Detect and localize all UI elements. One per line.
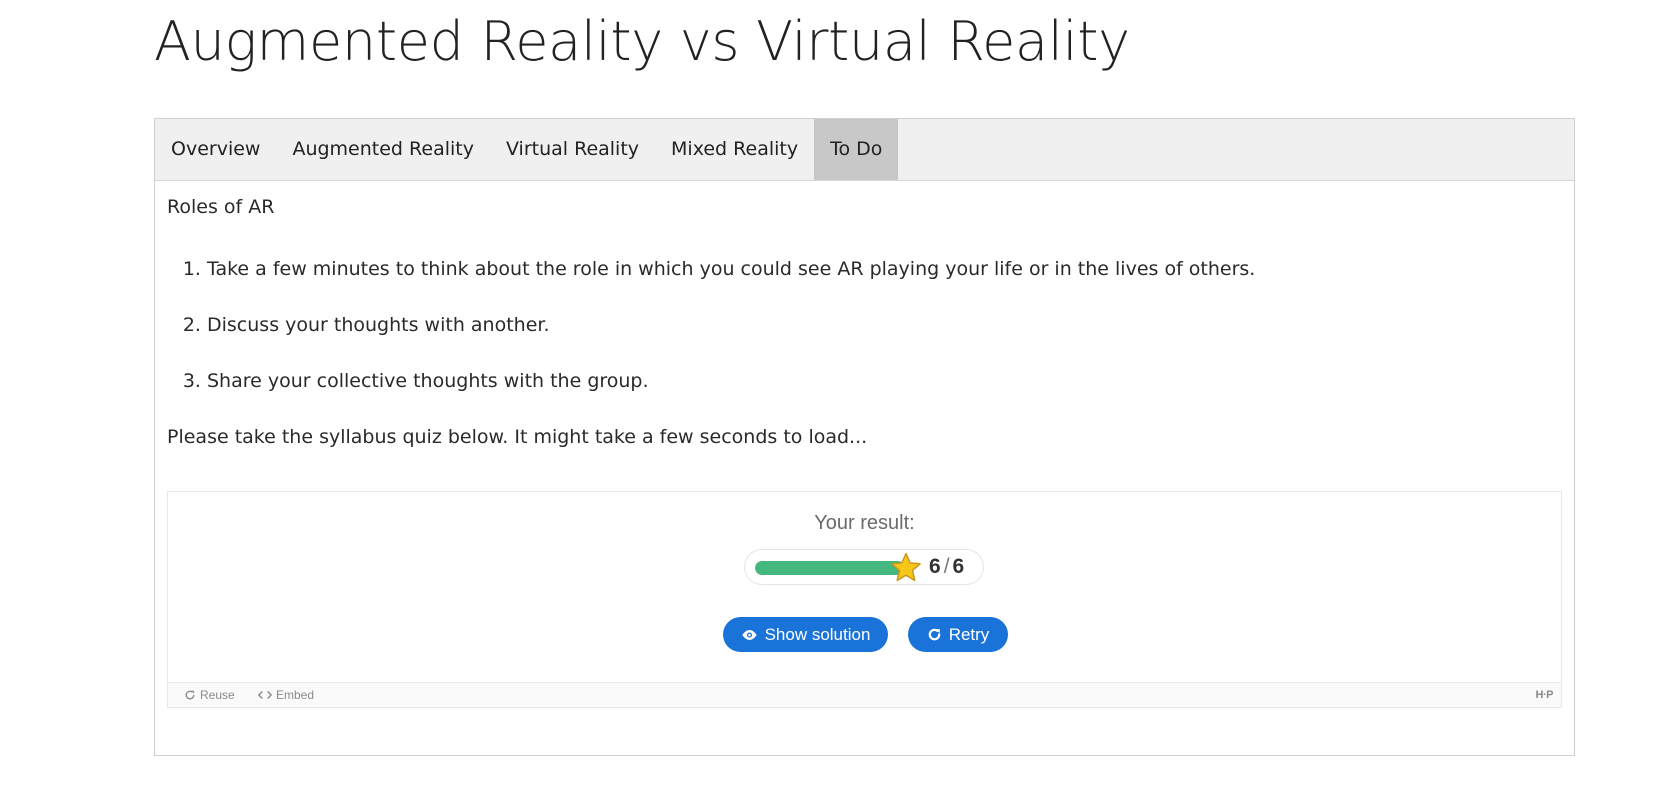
- star-icon: [891, 552, 921, 582]
- tab-overview[interactable]: Overview: [155, 119, 276, 180]
- tab-bar: Overview Augmented Reality Virtual Reali…: [155, 119, 1574, 181]
- result-label: Your result:: [814, 512, 915, 534]
- reuse-label: Reuse: [200, 688, 235, 702]
- retry-icon: [928, 628, 941, 641]
- show-solution-label: Show solution: [764, 625, 871, 644]
- reuse-link[interactable]: Reuse: [184, 683, 235, 707]
- h5p-logo: H·P: [1535, 689, 1554, 701]
- quiz-embed: Your result: 6/6 Show solution Retry Reu…: [167, 491, 1562, 708]
- quiz-footer: Reuse Embed H·P: [168, 682, 1561, 707]
- tab-mixed-reality[interactable]: Mixed Reality: [655, 119, 814, 180]
- tab-virtual-reality[interactable]: Virtual Reality: [490, 119, 655, 180]
- eye-icon: [741, 629, 757, 640]
- reuse-icon: [185, 690, 195, 700]
- retry-button[interactable]: Retry: [908, 617, 1008, 652]
- section-heading: Roles of AR: [167, 196, 275, 218]
- progress-fill: [755, 561, 905, 575]
- list-item: Take a few minutes to think about the ro…: [207, 255, 1562, 283]
- embed-label: Embed: [276, 688, 315, 702]
- page-title: Augmented Reality vs Virtual Reality: [154, 10, 1130, 73]
- embed-link[interactable]: Embed: [258, 683, 314, 707]
- steps-list: Take a few minutes to think about the ro…: [167, 255, 1562, 395]
- list-item: Discuss your thoughts with another.: [207, 311, 1562, 339]
- tab-augmented-reality[interactable]: Augmented Reality: [276, 119, 490, 180]
- score-max: 6: [952, 555, 965, 578]
- progress-track: [755, 561, 905, 575]
- tab-panel: Overview Augmented Reality Virtual Reali…: [154, 118, 1575, 756]
- show-solution-button[interactable]: Show solution: [723, 617, 888, 652]
- tab-content: Roles of AR Take a few minutes to think …: [155, 181, 1574, 451]
- retry-label: Retry: [948, 625, 990, 644]
- score-text: 6/6: [929, 550, 964, 584]
- score-value: 6: [929, 555, 941, 578]
- list-item: Share your collective thoughts with the …: [207, 367, 1562, 395]
- score-separator: /: [943, 555, 950, 578]
- code-icon: [258, 691, 272, 699]
- score-bar: 6/6: [744, 549, 984, 585]
- tab-to-do[interactable]: To Do: [814, 119, 899, 180]
- quiz-intro-text: Please take the syllabus quiz below. It …: [167, 426, 868, 448]
